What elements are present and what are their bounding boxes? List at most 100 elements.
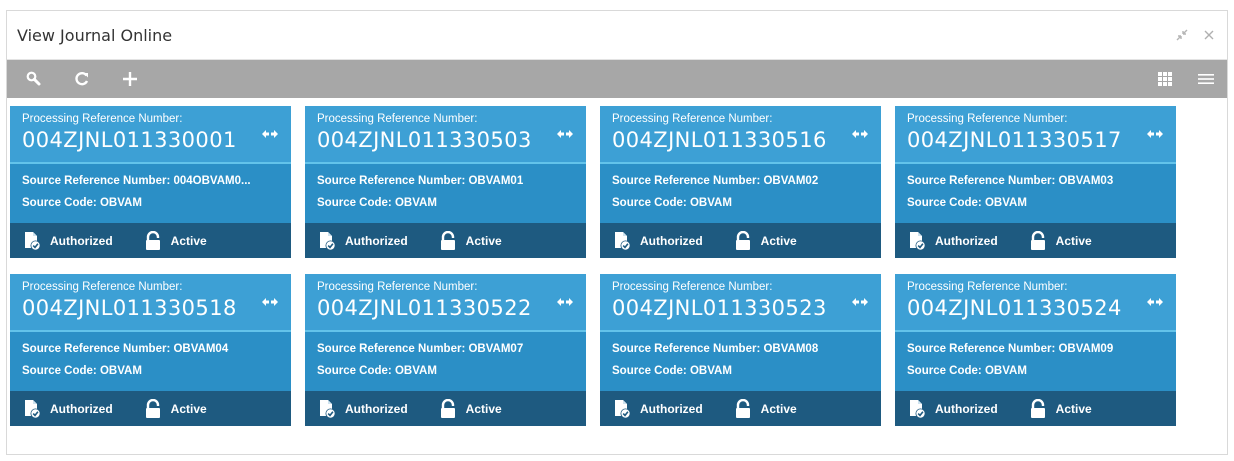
card-details: Source Reference Number: OBVAM01 Source … xyxy=(305,164,586,223)
card-footer: Authorized Active xyxy=(10,391,291,426)
card-header: Processing Reference Number: 004ZJNL0113… xyxy=(895,274,1176,332)
window-title: View Journal Online xyxy=(17,25,173,45)
record-status: Active xyxy=(438,230,502,251)
source-ref-label: Source Reference Number: xyxy=(612,343,761,355)
source-ref-line: Source Reference Number: OBVAM07 xyxy=(317,338,574,360)
card-header: Processing Reference Number: 004ZJNL0113… xyxy=(600,106,881,164)
swap-icon[interactable] xyxy=(556,127,574,145)
journal-card[interactable]: Processing Reference Number: 004ZJNL0113… xyxy=(10,274,291,428)
source-code-value: OBVAM xyxy=(689,197,732,209)
grid-view-icon[interactable] xyxy=(1157,67,1173,91)
card-footer: Authorized Active xyxy=(600,391,881,426)
authorized-icon xyxy=(317,399,337,419)
card-details: Source Reference Number: OBVAM08 Source … xyxy=(600,332,881,391)
source-ref-label: Source Reference Number: xyxy=(907,343,1056,355)
auth-status-label: Authorized xyxy=(935,401,998,416)
unlock-icon xyxy=(143,398,163,419)
source-code-label: Source Code: xyxy=(22,365,97,377)
source-code-line: Source Code: OBVAM xyxy=(907,360,1164,382)
swap-icon[interactable] xyxy=(261,127,279,145)
source-ref-line: Source Reference Number: OBVAM03 xyxy=(907,170,1164,192)
swap-icon[interactable] xyxy=(261,295,279,313)
processing-ref-label: Processing Reference Number: xyxy=(22,113,183,125)
journal-card[interactable]: Processing Reference Number: 004ZJNL0113… xyxy=(305,274,586,428)
minimize-icon[interactable] xyxy=(1175,28,1189,42)
refresh-icon[interactable] xyxy=(73,67,91,91)
source-ref-line: Source Reference Number: OBVAM09 xyxy=(907,338,1164,360)
card-footer: Authorized Active xyxy=(305,391,586,426)
close-icon[interactable] xyxy=(1203,29,1215,41)
record-status: Active xyxy=(143,230,207,251)
journal-card-grid: Processing Reference Number: 004ZJNL0113… xyxy=(10,106,1176,428)
source-ref-value: OBVAM03 xyxy=(1058,175,1114,187)
authorized-icon xyxy=(317,231,337,251)
journal-card[interactable]: Processing Reference Number: 004ZJNL0113… xyxy=(305,106,586,260)
add-icon[interactable] xyxy=(121,67,139,91)
processing-ref-label: Processing Reference Number: xyxy=(22,281,183,293)
journal-card[interactable]: Processing Reference Number: 004ZJNL0113… xyxy=(600,106,881,260)
processing-ref-number: 004ZJNL011330518 xyxy=(22,296,237,320)
source-code-value: OBVAM xyxy=(99,365,142,377)
source-code-label: Source Code: xyxy=(317,365,392,377)
auth-status-label: Authorized xyxy=(345,233,408,248)
auth-status: Authorized xyxy=(317,399,408,419)
source-code-value: OBVAM xyxy=(689,365,732,377)
swap-icon[interactable] xyxy=(1146,127,1164,145)
processing-ref-label: Processing Reference Number: xyxy=(907,113,1068,125)
card-footer: Authorized Active xyxy=(895,391,1176,426)
source-ref-value: OBVAM04 xyxy=(173,343,229,355)
auth-status: Authorized xyxy=(317,231,408,251)
record-status-label: Active xyxy=(760,401,797,416)
source-ref-line: Source Reference Number: OBVAM04 xyxy=(22,338,279,360)
unlock-icon xyxy=(438,398,458,419)
swap-icon[interactable] xyxy=(851,127,869,145)
authorized-icon xyxy=(907,231,927,251)
journal-card[interactable]: Processing Reference Number: 004ZJNL0113… xyxy=(895,106,1176,260)
card-footer: Authorized Active xyxy=(600,223,881,258)
record-status-label: Active xyxy=(760,233,797,248)
source-code-line: Source Code: OBVAM xyxy=(317,192,574,214)
source-code-value: OBVAM xyxy=(984,197,1027,209)
title-bar: View Journal Online xyxy=(7,11,1227,60)
processing-ref-number: 004ZJNL011330523 xyxy=(612,296,827,320)
source-code-label: Source Code: xyxy=(317,197,392,209)
record-status-label: Active xyxy=(1055,401,1092,416)
card-details: Source Reference Number: OBVAM02 Source … xyxy=(600,164,881,223)
search-icon[interactable] xyxy=(25,67,43,91)
authorized-icon xyxy=(612,399,632,419)
list-view-icon[interactable] xyxy=(1197,67,1215,91)
journal-card[interactable]: Processing Reference Number: 004ZJNL0113… xyxy=(600,274,881,428)
card-header: Processing Reference Number: 004ZJNL0113… xyxy=(305,274,586,332)
swap-icon[interactable] xyxy=(1146,295,1164,313)
record-status-label: Active xyxy=(170,233,207,248)
source-ref-label: Source Reference Number: xyxy=(22,175,171,187)
swap-icon[interactable] xyxy=(556,295,574,313)
processing-ref-label: Processing Reference Number: xyxy=(612,281,773,293)
auth-status-label: Authorized xyxy=(50,233,113,248)
auth-status: Authorized xyxy=(612,231,703,251)
journal-card[interactable]: Processing Reference Number: 004ZJNL0113… xyxy=(895,274,1176,428)
record-status-label: Active xyxy=(465,233,502,248)
unlock-icon xyxy=(143,230,163,251)
auth-status-label: Authorized xyxy=(935,233,998,248)
card-header: Processing Reference Number: 004ZJNL0113… xyxy=(305,106,586,164)
card-details: Source Reference Number: OBVAM07 Source … xyxy=(305,332,586,391)
swap-icon[interactable] xyxy=(851,295,869,313)
card-details: Source Reference Number: 004OBVAM0... So… xyxy=(10,164,291,223)
card-details: Source Reference Number: OBVAM04 Source … xyxy=(10,332,291,391)
processing-ref-label: Processing Reference Number: xyxy=(907,281,1068,293)
processing-ref-number: 004ZJNL011330516 xyxy=(612,128,827,152)
processing-ref-label: Processing Reference Number: xyxy=(612,113,773,125)
record-status: Active xyxy=(1028,230,1092,251)
record-status-label: Active xyxy=(170,401,207,416)
processing-ref-number: 004ZJNL011330524 xyxy=(907,296,1122,320)
record-status: Active xyxy=(1028,398,1092,419)
journal-card[interactable]: Processing Reference Number: 004ZJNL0113… xyxy=(10,106,291,260)
processing-ref-label: Processing Reference Number: xyxy=(317,113,478,125)
source-ref-line: Source Reference Number: OBVAM08 xyxy=(612,338,869,360)
card-header: Processing Reference Number: 004ZJNL0113… xyxy=(10,274,291,332)
auth-status: Authorized xyxy=(22,399,113,419)
processing-ref-label: Processing Reference Number: xyxy=(317,281,478,293)
processing-ref-number: 004ZJNL011330522 xyxy=(317,296,532,320)
toolbar xyxy=(7,60,1227,98)
